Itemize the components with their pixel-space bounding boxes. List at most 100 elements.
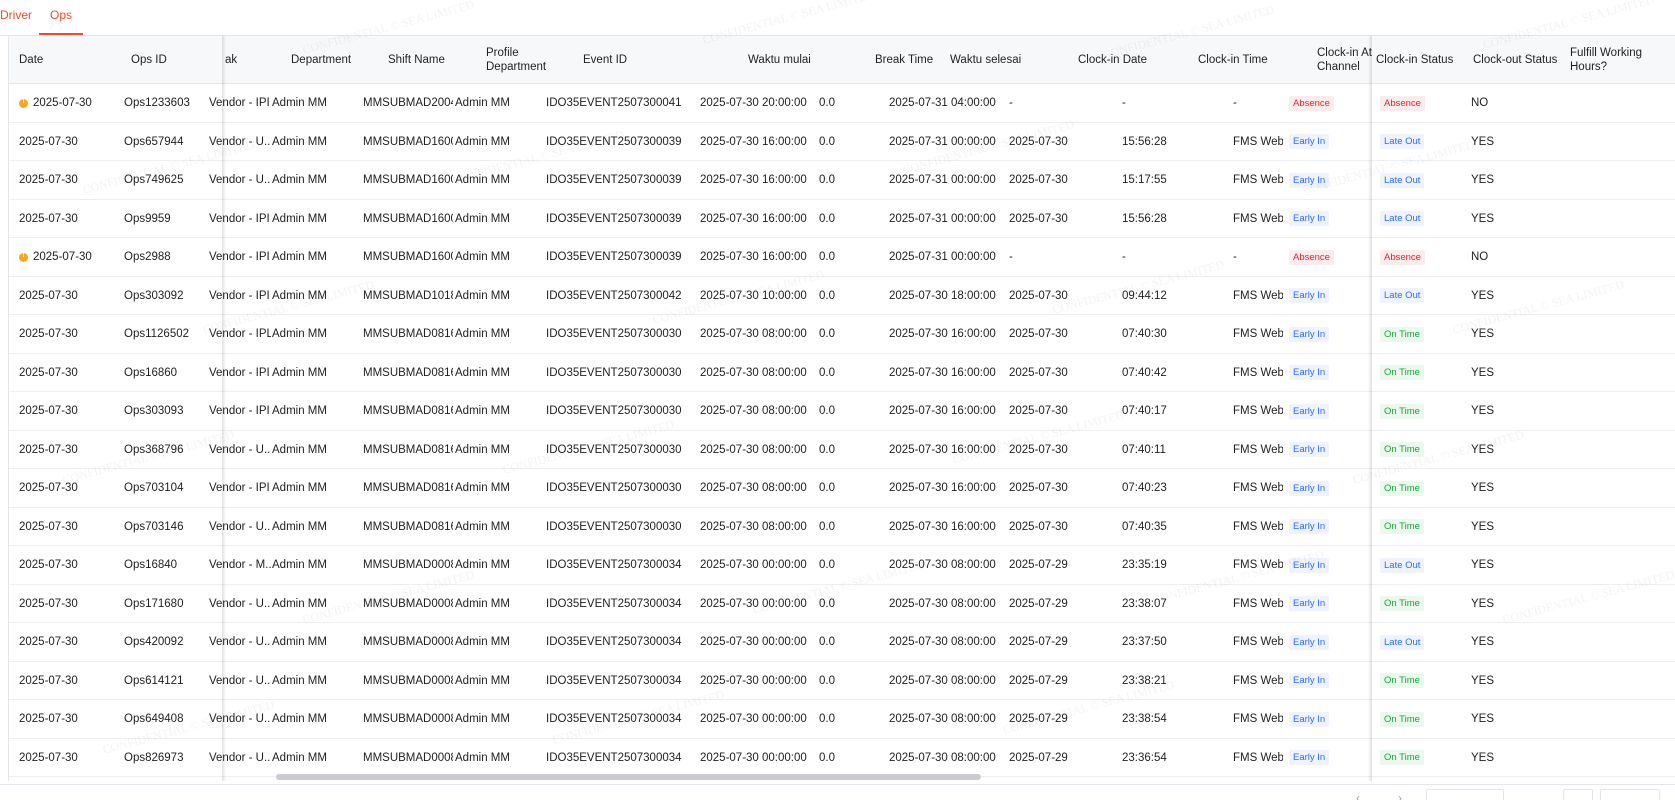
- col-header-clockin-channel[interactable]: Clock-in At Channel: [1317, 36, 1373, 84]
- cell-break-time-text: 0.0: [819, 366, 835, 379]
- table-row[interactable]: 2025-07-30 Ops16840 Vendor - M... Admin MM M…: [9, 546, 1675, 585]
- cell-clockin-time-text: 23:38:54: [1122, 713, 1167, 726]
- table-row[interactable]: 2025-07-30Ops2988Vendor - IPIAdmin MMMMS…: [9, 238, 1675, 277]
- cell-waktu-mulai-text: 2025-07-30 08:00:00: [700, 443, 807, 456]
- table-row[interactable]: 2025-07-30 Ops16860 Vendor - IPI Admin MM MM…: [9, 354, 1675, 393]
- cell-profile-department-text: Admin MM: [455, 289, 510, 302]
- col-header-waktu-mulai[interactable]: Waktu mulai: [748, 36, 858, 84]
- cell-vendor: Vendor - M...: [209, 546, 271, 585]
- cell-clockin-channel: -: [1233, 84, 1283, 123]
- status-badge: Early In: [1289, 711, 1330, 727]
- cell-shift-name-text: MMSUBMAD1600: [363, 135, 453, 148]
- tab-ops[interactable]: Ops: [50, 8, 72, 22]
- fixed-column-shadow-right: [1368, 36, 1372, 781]
- cell-waktu-selesai: 2025-07-31 00:00:00: [889, 161, 1009, 200]
- horizontal-scrollbar-thumb[interactable]: [276, 774, 981, 780]
- cell-waktu-selesai-text: 2025-07-31 00:00:00: [889, 251, 996, 264]
- cell-clockin-channel: FMS Web: [1233, 123, 1283, 162]
- cell-shift-name-text: MMSUBMAD0816: [363, 482, 453, 495]
- cell-waktu-mulai-text: 2025-07-30 00:00:00: [700, 713, 807, 726]
- chevron-left-icon[interactable]: ‹: [1356, 791, 1360, 800]
- col-header-clockin-status[interactable]: Clock-in Status: [1376, 36, 1466, 84]
- cell-waktu-selesai: 2025-07-31 00:00:00: [889, 200, 1009, 239]
- table-row[interactable]: 2025-07-30 Ops749625 Vendor - U... Admin MM…: [9, 161, 1675, 200]
- col-header-clockout-status[interactable]: Clock-out Status: [1473, 36, 1568, 84]
- more-select[interactable]: [1600, 789, 1660, 800]
- cell-profile-department: Admin MM: [455, 200, 545, 239]
- table-row[interactable]: 2025-07-30 Ops303092 Vendor - IPI Admin MM M…: [9, 277, 1675, 315]
- cell-break-time-text: 0.0: [819, 135, 835, 148]
- cell-department: Admin MM: [272, 84, 362, 123]
- cell-waktu-mulai: 2025-07-30 08:00:00: [700, 469, 820, 508]
- table-row[interactable]: 2025-07-30 Ops1126502 Vendor - IPL Admin MM…: [9, 315, 1675, 354]
- table-row[interactable]: 2025-07-30Ops1233603Vendor - IPIAdmin MM…: [9, 84, 1675, 123]
- cell-break-time-text: 0.0: [819, 97, 835, 110]
- table-row[interactable]: 2025-07-30 Ops303093 Vendor - IPI Admin MM M…: [9, 392, 1675, 431]
- table-row[interactable]: 2025-07-30 Ops657944 Vendor - U... Admin MM…: [9, 123, 1675, 162]
- table-row[interactable]: 2025-07-30 Ops703104 Vendor - IPI Admin MM M…: [9, 469, 1675, 508]
- cell-waktu-mulai: 2025-07-30 00:00:00: [700, 739, 820, 778]
- cell-waktu-selesai-text: 2025-07-30 18:00:00: [889, 289, 996, 302]
- col-header-fulfill-working-hours[interactable]: Fulfill Working Hours?: [1570, 36, 1650, 84]
- col-header-event-id[interactable]: Event ID: [583, 36, 733, 84]
- table-row[interactable]: 2025-07-30 Ops703146 Vendor - U... Admin MM…: [9, 508, 1675, 547]
- cell-clockout-status: Late Out: [1380, 123, 1465, 162]
- cell-vendor: Vendor - IPL: [209, 315, 271, 354]
- cell-clockin-channel: FMS Web: [1233, 392, 1283, 431]
- cell-clockin-date: 2025-07-30: [1009, 508, 1109, 547]
- col-header-ops-id[interactable]: Ops ID: [131, 36, 216, 84]
- cell-vendor-text: Vendor - U...: [209, 520, 271, 533]
- col-header-vendor[interactable]: ak: [225, 36, 285, 84]
- cell-department: Admin MM: [272, 700, 362, 739]
- status-badge: Early In: [1289, 134, 1330, 150]
- cell-clockin-date-text: 2025-07-30: [1009, 520, 1068, 533]
- cell-clockin-channel: FMS Web: [1233, 469, 1283, 508]
- cell-waktu-mulai: 2025-07-30 16:00:00: [700, 123, 820, 162]
- cell-clockin-status: Early In: [1289, 200, 1374, 239]
- page-size-select[interactable]: [1426, 789, 1504, 800]
- cell-clockin-channel-text: FMS Web: [1233, 328, 1283, 341]
- table-row[interactable]: 2025-07-30 Ops614121 Vendor - U... Admin MM…: [9, 662, 1675, 700]
- chevron-right-icon[interactable]: ›: [1398, 791, 1402, 800]
- col-header-shift-name[interactable]: Shift Name: [388, 36, 478, 84]
- cell-clockin-status: Absence: [1289, 84, 1374, 123]
- horizontal-scrollbar[interactable]: [8, 773, 1667, 781]
- col-header-profile-department[interactable]: Profile Department: [486, 36, 566, 84]
- cell-break-time-text: 0.0: [819, 751, 835, 764]
- table-row[interactable]: 2025-07-30 Ops368796 Vendor - U... Admin MM…: [9, 431, 1675, 470]
- cell-waktu-selesai: 2025-07-30 08:00:00: [889, 700, 1009, 739]
- cell-vendor-text: Vendor - U...: [209, 674, 271, 687]
- cell-event-id: IDO35EVENT2507300034: [546, 700, 696, 739]
- cell-profile-department: Admin MM: [455, 431, 545, 470]
- table-row[interactable]: 2025-07-30 Ops826973 Vendor - U... Admin MM…: [9, 739, 1675, 778]
- col-header-waktu-selesai[interactable]: Waktu selesai: [950, 36, 1060, 84]
- cell-clockin-date-text: 2025-07-30: [1009, 174, 1068, 187]
- goto-page-input[interactable]: [1563, 789, 1593, 800]
- col-header-date[interactable]: Date: [19, 36, 119, 84]
- cell-clockin-channel: -: [1233, 238, 1283, 277]
- col-header-clockin-time[interactable]: Clock-in Time: [1198, 36, 1298, 84]
- col-header-clockin-date[interactable]: Clock-in Date: [1078, 36, 1178, 84]
- cell-waktu-mulai-text: 2025-07-30 08:00:00: [700, 328, 807, 341]
- cell-clockin-date: 2025-07-30: [1009, 354, 1109, 393]
- cell-waktu-selesai: 2025-07-30 08:00:00: [889, 623, 1009, 662]
- cell-clockin-channel-text: -: [1233, 251, 1237, 264]
- cell-fulfill-working-hours: YES: [1471, 469, 1541, 508]
- cell-waktu-selesai-text: 2025-07-30 16:00:00: [889, 443, 996, 456]
- cell-waktu-selesai-text: 2025-07-31 00:00:00: [889, 135, 996, 148]
- table-row[interactable]: 2025-07-30 Ops9959 Vendor - IPI Admin MM MMS…: [9, 200, 1675, 239]
- cell-clockin-status: Early In: [1289, 161, 1374, 200]
- cell-date-text: 2025-07-30: [19, 366, 78, 379]
- tab-driver[interactable]: Driver: [0, 8, 32, 22]
- col-header-break-time[interactable]: Break Time: [875, 36, 945, 84]
- table-row[interactable]: 2025-07-30 Ops420092 Vendor - U... Admin MM…: [9, 623, 1675, 662]
- cell-waktu-mulai: 2025-07-30 16:00:00: [700, 161, 820, 200]
- cell-department: Admin MM: [272, 200, 362, 239]
- cell-vendor: Vendor - IPI: [209, 200, 271, 239]
- table-row[interactable]: 2025-07-30 Ops171680 Vendor - U... Admin MM…: [9, 585, 1675, 623]
- col-header-department[interactable]: Department: [291, 36, 381, 84]
- cell-fulfill-working-hours: YES: [1471, 700, 1541, 739]
- cell-fulfill-working-hours: YES: [1471, 623, 1541, 662]
- cell-vendor-text: Vendor - IPI: [209, 251, 270, 264]
- table-row[interactable]: 2025-07-30 Ops649408 Vendor - U... Admin MM…: [9, 700, 1675, 739]
